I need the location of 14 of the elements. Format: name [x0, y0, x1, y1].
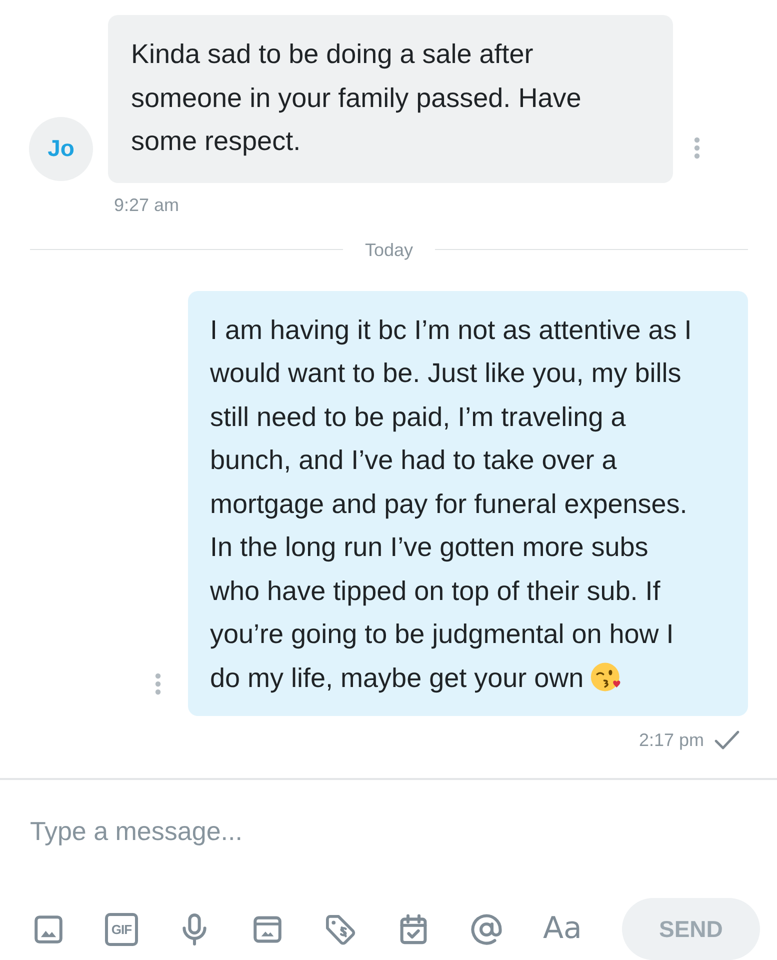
price-tag-icon[interactable] [324, 912, 357, 946]
image-icon[interactable] [32, 912, 65, 946]
text-format-button[interactable]: Aa [543, 911, 582, 947]
message-time: 2:17 pm [638, 729, 704, 751]
more-options-icon[interactable] [155, 673, 161, 695]
more-options-icon[interactable] [694, 136, 700, 158]
message-text: I am having it bc I’m not as attentive as I would want to be. Just like you, my bills still need to be paid, I’m traveling a bunch, and I’ve had to take over a mortgage and pay for funeral expenses. In the long run I’ve gotten more subs who have tipped on top of their sub. If you’re going to be judgmental on how I do my life, maybe get your own [210, 314, 692, 692]
message-text: Kinda sad to be doing a sale after someone in your family passed. Have some respect. [131, 38, 582, 158]
date-divider-label: Today [364, 238, 414, 260]
message-time: 9:27 am [114, 194, 180, 216]
message-input[interactable]: Type a message... [30, 801, 748, 861]
avatar: Jo [29, 116, 93, 180]
gif-button[interactable]: GIF [105, 912, 138, 946]
at-sign-icon[interactable] [470, 912, 503, 946]
